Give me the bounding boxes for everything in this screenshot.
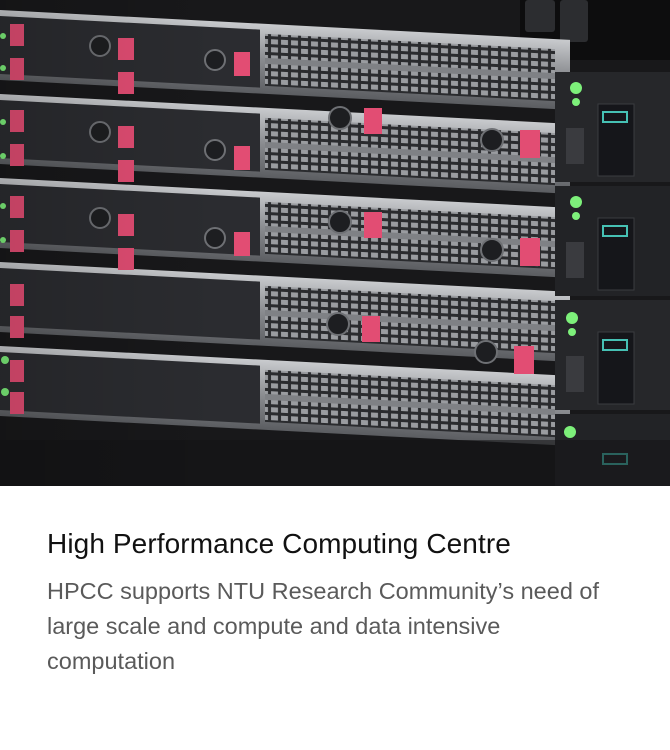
card[interactable]: High Performance Computing Centre HPCC s… [0, 0, 670, 750]
card-title[interactable]: High Performance Computing Centre [47, 522, 630, 566]
server-rack-image [0, 0, 670, 486]
card-description: HPCC supports NTU Research Community’s n… [47, 578, 600, 674]
card-body: High Performance Computing Centre HPCC s… [47, 522, 630, 679]
